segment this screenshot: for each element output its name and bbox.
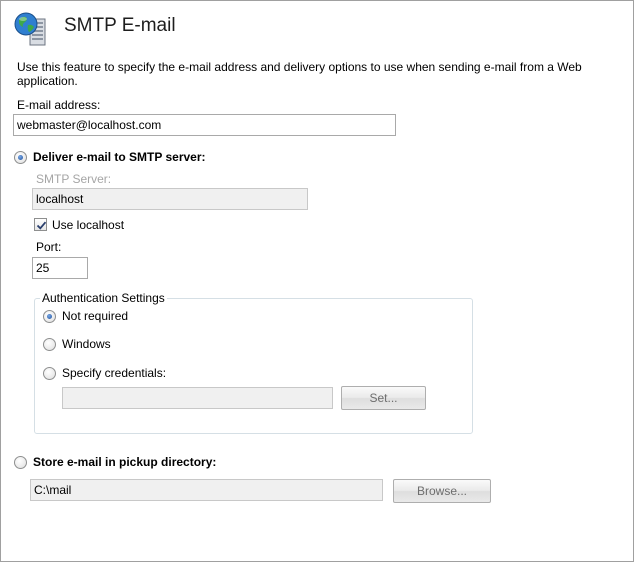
smtp-server-input[interactable]: localhost <box>32 188 308 210</box>
use-localhost-label[interactable]: Use localhost <box>52 218 124 232</box>
auth-specify-credentials-label[interactable]: Specify credentials: <box>62 366 166 380</box>
page-title: SMTP E-mail <box>64 15 176 36</box>
store-pickup-label[interactable]: Store e-mail in pickup directory: <box>33 455 216 469</box>
set-credentials-button[interactable]: Set... <box>341 386 426 410</box>
browse-button[interactable]: Browse... <box>393 479 491 503</box>
deliver-smtp-label[interactable]: Deliver e-mail to SMTP server: <box>33 150 206 164</box>
use-localhost-checkbox[interactable] <box>34 218 47 231</box>
checkmark-icon <box>36 221 47 230</box>
feature-description: Use this feature to specify the e-mail a… <box>17 60 582 88</box>
email-address-label: E-mail address: <box>17 98 101 112</box>
store-pickup-radio[interactable] <box>14 456 27 469</box>
auth-windows-radio[interactable] <box>43 338 56 351</box>
email-address-input[interactable]: webmaster@localhost.com <box>13 114 396 136</box>
port-label: Port: <box>36 240 62 254</box>
globe-server-icon <box>13 11 49 47</box>
smtp-server-label: SMTP Server: <box>36 172 112 186</box>
credentials-input[interactable] <box>62 387 333 409</box>
auth-not-required-radio[interactable] <box>43 310 56 323</box>
port-input[interactable]: 25 <box>32 257 88 279</box>
auth-not-required-label[interactable]: Not required <box>62 309 128 323</box>
auth-windows-label[interactable]: Windows <box>62 337 111 351</box>
deliver-smtp-radio[interactable] <box>14 151 27 164</box>
smtp-email-panel: SMTP E-mail Use this feature to specify … <box>0 0 634 562</box>
authentication-settings-legend: Authentication Settings <box>40 291 167 305</box>
auth-specify-credentials-radio[interactable] <box>43 367 56 380</box>
pickup-directory-input[interactable]: C:\mail <box>30 479 383 501</box>
